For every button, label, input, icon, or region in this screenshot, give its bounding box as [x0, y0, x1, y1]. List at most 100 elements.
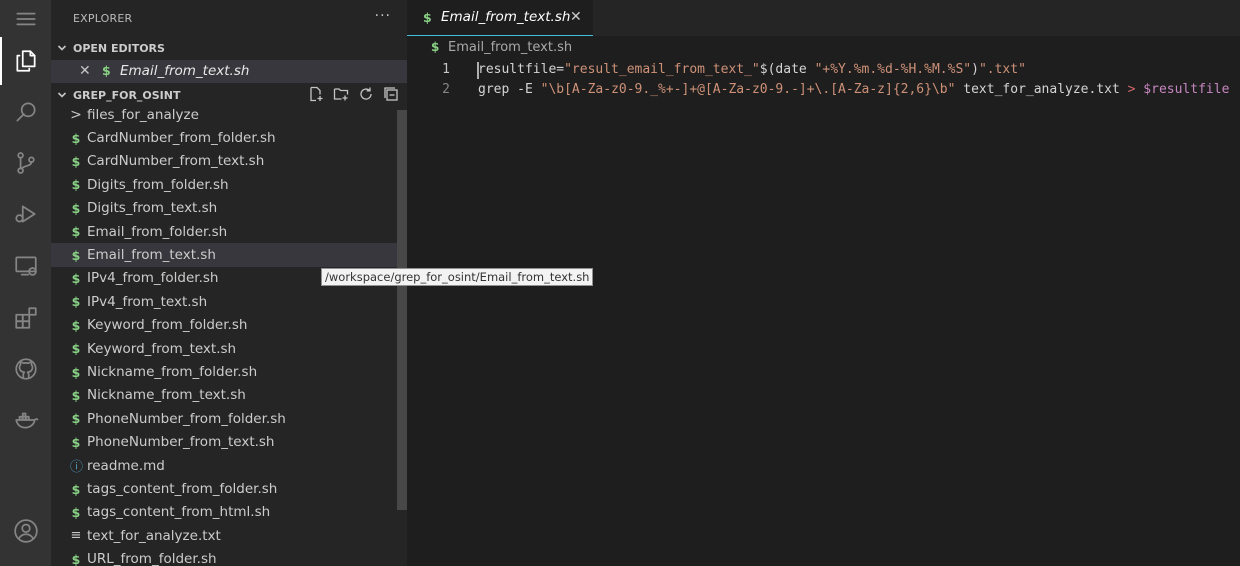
tree-file-item[interactable]: $ PhoneNumber_from_folder.sh — [51, 407, 397, 430]
shell-file-icon: $ — [71, 294, 81, 310]
tree-item-label: URL_from_folder.sh — [87, 551, 217, 566]
tree-file-item[interactable]: ≡ text_for_analyze.txt — [51, 524, 397, 547]
remote-explorer-icon[interactable] — [0, 242, 51, 290]
tree-file-item[interactable]: $ URL_from_folder.sh — [51, 548, 397, 566]
info-file-icon: ⓘ — [70, 460, 84, 476]
new-file-icon[interactable] — [308, 86, 324, 105]
tab-email-from-text[interactable]: $ Email_from_text.sh ✕ — [407, 0, 593, 36]
shell-file-icon: $ — [71, 434, 81, 450]
tree-file-item[interactable]: $ Email_from_folder.sh — [51, 220, 397, 243]
folder-name-label: GREP_FOR_OSINT — [73, 88, 181, 102]
tab-label: Email_from_text.sh — [441, 9, 571, 25]
shell-file-icon: $ — [71, 130, 81, 146]
tree-item-label: Keyword_from_folder.sh — [87, 317, 248, 334]
tree-file-item[interactable]: $ Nickname_from_text.sh — [51, 384, 397, 407]
shell-file-icon: $ — [71, 387, 81, 403]
shell-file-icon: $ — [71, 481, 81, 497]
tree-item-label: files_for_analyze — [87, 106, 199, 123]
docker-icon[interactable] — [0, 396, 51, 444]
tree-item-label: CardNumber_from_folder.sh — [87, 130, 276, 147]
chevron-down-icon — [51, 43, 73, 53]
shell-file-icon: $ — [71, 551, 81, 566]
tree-file-item[interactable]: $ Nickname_from_folder.sh — [51, 360, 397, 383]
tree-item-label: Digits_from_text.sh — [87, 200, 218, 217]
editor-tabs: $ Email_from_text.sh ✕ — [407, 0, 1240, 36]
code-text: grep -E "\b[A-Za-z0-9._%+-]+@[A-Za-z0-9.… — [478, 82, 1230, 97]
tree-item-label: Keyword_from_text.sh — [87, 340, 237, 357]
tree-item-label: text_for_analyze.txt — [87, 527, 221, 544]
shell-file-icon: $ — [71, 153, 81, 169]
shell-file-icon: $ — [423, 10, 432, 25]
breadcrumb[interactable]: $ Email_from_text.sh — [407, 36, 1240, 60]
tree-file-item-selected[interactable]: $ Email_from_text.sh — [51, 243, 397, 267]
tree-item-label: tags_content_from_html.sh — [87, 504, 271, 521]
shell-file-icon: $ — [71, 504, 81, 520]
shell-file-icon: $ — [431, 40, 440, 54]
tree-folder-item[interactable]: > files_for_analyze — [51, 104, 397, 126]
code-line: 1 resultfile="result_email_from_text_"$(… — [407, 60, 1240, 80]
folder-actions — [308, 84, 399, 106]
tree-file-item[interactable]: $ Digits_from_text.sh — [51, 197, 397, 220]
explorer-title: EXPLORER — [73, 11, 133, 25]
folder-section-header[interactable]: GREP_FOR_OSINT — [51, 84, 407, 106]
github-icon[interactable] — [0, 345, 51, 393]
collapse-all-icon[interactable] — [383, 86, 399, 105]
extensions-icon[interactable] — [0, 294, 51, 342]
shell-file-icon: $ — [71, 224, 81, 240]
shell-file-icon: $ — [71, 411, 81, 427]
tree-item-label: tags_content_from_folder.sh — [87, 481, 278, 498]
shell-file-icon: $ — [71, 364, 81, 380]
sidebar-scrollbar[interactable] — [397, 110, 407, 510]
close-icon[interactable]: ✕ — [570, 9, 582, 25]
source-control-icon[interactable] — [0, 139, 51, 187]
line-number: 1 — [442, 62, 450, 77]
tree-file-item[interactable]: ⓘ readme.md — [51, 454, 397, 477]
tree-file-item[interactable]: $ Keyword_from_text.sh — [51, 337, 397, 360]
code-line: 2 grep -E "\b[A-Za-z0-9._%+-]+@[A-Za-z0-… — [407, 80, 1240, 100]
open-editors-header[interactable]: OPEN EDITORS — [51, 37, 407, 59]
line-number: 2 — [442, 82, 450, 97]
tree-file-item[interactable]: $ tags_content_from_html.sh — [51, 501, 397, 524]
tree-file-item[interactable]: $ CardNumber_from_folder.sh — [51, 126, 397, 149]
text-file-icon: ≡ — [70, 528, 82, 544]
explorer-more-actions-button[interactable]: ··· — [375, 8, 391, 24]
close-icon[interactable]: ✕ — [79, 63, 91, 79]
tree-file-item[interactable]: $ Digits_from_folder.sh — [51, 173, 397, 196]
tree-file-item[interactable]: $ CardNumber_from_text.sh — [51, 150, 397, 173]
breadcrumb-file[interactable]: Email_from_text.sh — [448, 40, 572, 55]
tree-item-label: Nickname_from_folder.sh — [87, 364, 258, 381]
shell-file-icon: $ — [71, 177, 81, 193]
shell-file-icon: $ — [71, 247, 81, 263]
tree-item-label: PhoneNumber_from_folder.sh — [87, 410, 286, 427]
tree-item-label: Digits_from_folder.sh — [87, 176, 229, 193]
tree-item-label: CardNumber_from_text.sh — [87, 153, 265, 170]
tree-file-item[interactable]: $ tags_content_from_folder.sh — [51, 477, 397, 500]
file-tree: > files_for_analyze $ CardNumber_from_fo… — [51, 104, 397, 566]
tree-item-label: IPv4_from_text.sh — [87, 293, 208, 310]
shell-file-icon: $ — [71, 270, 81, 286]
open-editors-label: OPEN EDITORS — [73, 41, 165, 55]
tree-item-label: PhoneNumber_from_text.sh — [87, 434, 275, 451]
refresh-icon[interactable] — [358, 86, 374, 105]
shell-file-icon: $ — [102, 63, 111, 78]
account-icon[interactable] — [0, 507, 51, 555]
chevron-right-icon: > — [70, 106, 82, 123]
explorer-files-icon[interactable] — [0, 37, 51, 85]
code-editor[interactable]: 1 resultfile="result_email_from_text_"$(… — [407, 60, 1240, 566]
activity-bar — [0, 0, 51, 566]
open-editor-item[interactable]: ✕ $ Email_from_text.sh — [51, 60, 407, 83]
tree-item-label: readme.md — [87, 457, 165, 474]
tree-file-item[interactable]: $ IPv4_from_text.sh — [51, 290, 397, 313]
code-text: resultfile="result_email_from_text_"$(da… — [478, 62, 1026, 77]
shell-file-icon: $ — [71, 317, 81, 333]
shell-file-icon: $ — [71, 200, 81, 216]
tree-item-label: Email_from_text.sh — [87, 247, 216, 264]
tree-file-item[interactable]: $ Keyword_from_folder.sh — [51, 314, 397, 337]
chevron-down-icon — [51, 90, 73, 100]
open-editor-name: Email_from_text.sh — [120, 63, 250, 79]
tree-file-item[interactable]: $ PhoneNumber_from_text.sh — [51, 431, 397, 454]
run-debug-icon[interactable] — [0, 190, 51, 238]
new-folder-icon[interactable] — [333, 86, 349, 105]
search-icon[interactable] — [0, 88, 51, 136]
tree-item-label: Email_from_folder.sh — [87, 223, 228, 240]
